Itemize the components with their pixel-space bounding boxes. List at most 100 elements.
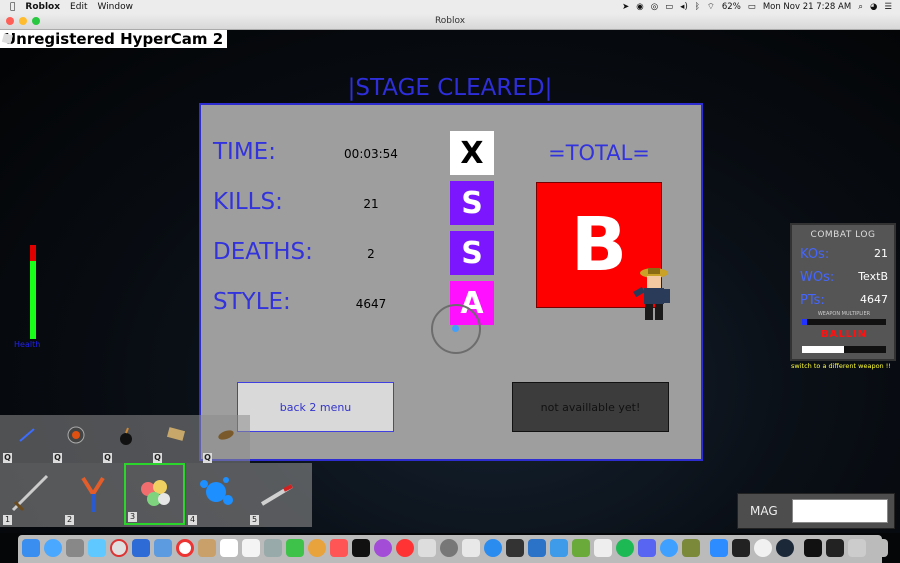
weapon-multiplier-fill [802,319,807,325]
q-slot-1[interactable]: Q [2,415,50,463]
time-value: 00:03:54 [344,147,398,161]
combat-row-pts: PTs: 4647 [800,293,888,308]
photos-icon[interactable] [308,539,326,557]
terminal-icon[interactable] [804,539,822,557]
game-viewport[interactable]: Unregistered HyperCam 2 |STAGE CLEARED| … [0,30,900,533]
location-icon[interactable]: ➤ [622,2,629,12]
screen-record-icon[interactable]: ◎ [651,2,658,12]
activity-monitor-icon[interactable] [506,539,524,557]
news-icon[interactable] [396,539,414,557]
roblox-menu-icon[interactable] [0,30,14,45]
total-label: =TOTAL= [548,141,650,165]
hotbar-slot-3[interactable]: 3 [124,463,185,525]
kills-label: KILLS: [213,189,283,215]
messages-icon[interactable] [88,539,106,557]
launchpad-icon[interactable] [66,539,84,557]
style-value: 4647 [355,297,387,311]
display-icon[interactable]: ▭ [665,2,673,12]
roblox-icon[interactable] [732,539,750,557]
notes-icon[interactable] [198,539,216,557]
close-window-button[interactable] [6,17,14,25]
preview-icon[interactable] [154,539,172,557]
menu-window[interactable]: Window [97,2,133,12]
grammarly-icon[interactable]: ◉ [636,2,643,12]
switch-weapon-tip: switch to a different weapon !! [791,362,891,370]
minimized-window-icon[interactable] [826,539,844,557]
deaths-grade: S [450,231,494,275]
podcasts-icon[interactable] [374,539,392,557]
weapon-hotbar: 1 2 3 4 5 [0,463,312,527]
slot-number: 1 [3,515,12,525]
face-app-icon[interactable] [754,539,772,557]
spotlight-icon[interactable]: ⌕ [858,2,863,12]
hypercam-watermark: Unregistered HyperCam 2 [0,30,228,48]
q-slot-5[interactable]: Q [202,415,250,463]
combat-log-title: COMBAT LOG [810,230,876,240]
q-key-label: Q [203,453,212,463]
kos-value: 21 [874,247,888,260]
quicktime-icon[interactable] [660,539,678,557]
system-preferences-icon[interactable] [440,539,458,557]
contacts-icon[interactable] [264,539,282,557]
user-avatar-icon[interactable]: ◕ [870,2,877,12]
minimize-window-button[interactable] [19,17,27,25]
opera-icon[interactable] [110,539,128,557]
hotbar-slot-5[interactable]: 5 [248,464,309,526]
trash-icon[interactable] [870,539,888,557]
roblox-studio-icon[interactable] [594,539,612,557]
player-avatar-icon [630,265,674,323]
discord-icon[interactable] [638,539,656,557]
weapon-multiplier-bar [802,319,886,325]
menu-app-name[interactable]: Roblox [25,2,60,12]
kills-value: 21 [363,197,379,211]
battery-icon[interactable]: ▭ [748,2,756,12]
slot-number: 2 [65,515,74,525]
back-to-menu-button[interactable]: back 2 menu [237,382,394,432]
pts-key: PTs: [800,293,825,308]
q-slot-2[interactable]: Q [52,415,100,463]
books-icon[interactable] [418,539,436,557]
clock[interactable]: Mon Nov 21 7:28 AM [763,2,851,12]
maps-icon[interactable] [528,539,546,557]
reminders-icon[interactable] [242,539,260,557]
calendar-icon[interactable] [220,539,238,557]
menu-edit[interactable]: Edit [70,2,87,12]
facetime-icon[interactable] [286,539,304,557]
textedit-icon[interactable] [462,539,480,557]
zoom-window-button[interactable] [32,17,40,25]
notification-center-icon[interactable]: ☰ [884,2,892,12]
safari-icon[interactable] [44,539,62,557]
apple-menu-icon[interactable]:  [10,2,15,12]
zoom-icon[interactable] [710,539,728,557]
q-slot-3[interactable]: Q [102,415,150,463]
q-slot-4[interactable]: Q [152,415,200,463]
battery-percent[interactable]: 62% [722,2,741,12]
mag-value-box [792,499,888,523]
mail-icon[interactable] [132,539,150,557]
mag-panel: MAG [737,493,895,529]
pts-value: 4647 [860,293,888,306]
hotbar-slot-4[interactable]: 4 [186,464,247,526]
volume-icon[interactable]: ◂) [680,2,688,12]
downloads-stack-icon[interactable] [848,539,866,557]
minecraft-icon[interactable] [572,539,590,557]
chrome-icon[interactable] [176,539,194,557]
combat-row-kos: KOs: 21 [800,247,888,262]
wifi-icon[interactable]: ⌔ [707,2,715,12]
game-launcher-icon[interactable] [682,539,700,557]
music-icon[interactable] [330,539,348,557]
finder-window-icon[interactable] [550,539,568,557]
finder-icon[interactable] [22,539,40,557]
not-available-button[interactable]: not availlable yet! [512,382,669,432]
cursor-dot [452,325,459,332]
hotbar-slot-1[interactable]: 1 [1,464,62,526]
bluetooth-icon[interactable]: ᛒ [695,2,700,12]
apple-tv-icon[interactable] [352,539,370,557]
spotify-icon[interactable] [616,539,634,557]
kills-grade: S [450,181,494,225]
results-panel: TIME: 00:03:54 X KILLS: 21 S DEATHS: 2 S… [199,103,703,461]
steam-icon[interactable] [776,539,794,557]
app-store-icon[interactable] [484,539,502,557]
window-title: Roblox [434,16,466,26]
hotbar-slot-2[interactable]: 2 [63,464,124,526]
